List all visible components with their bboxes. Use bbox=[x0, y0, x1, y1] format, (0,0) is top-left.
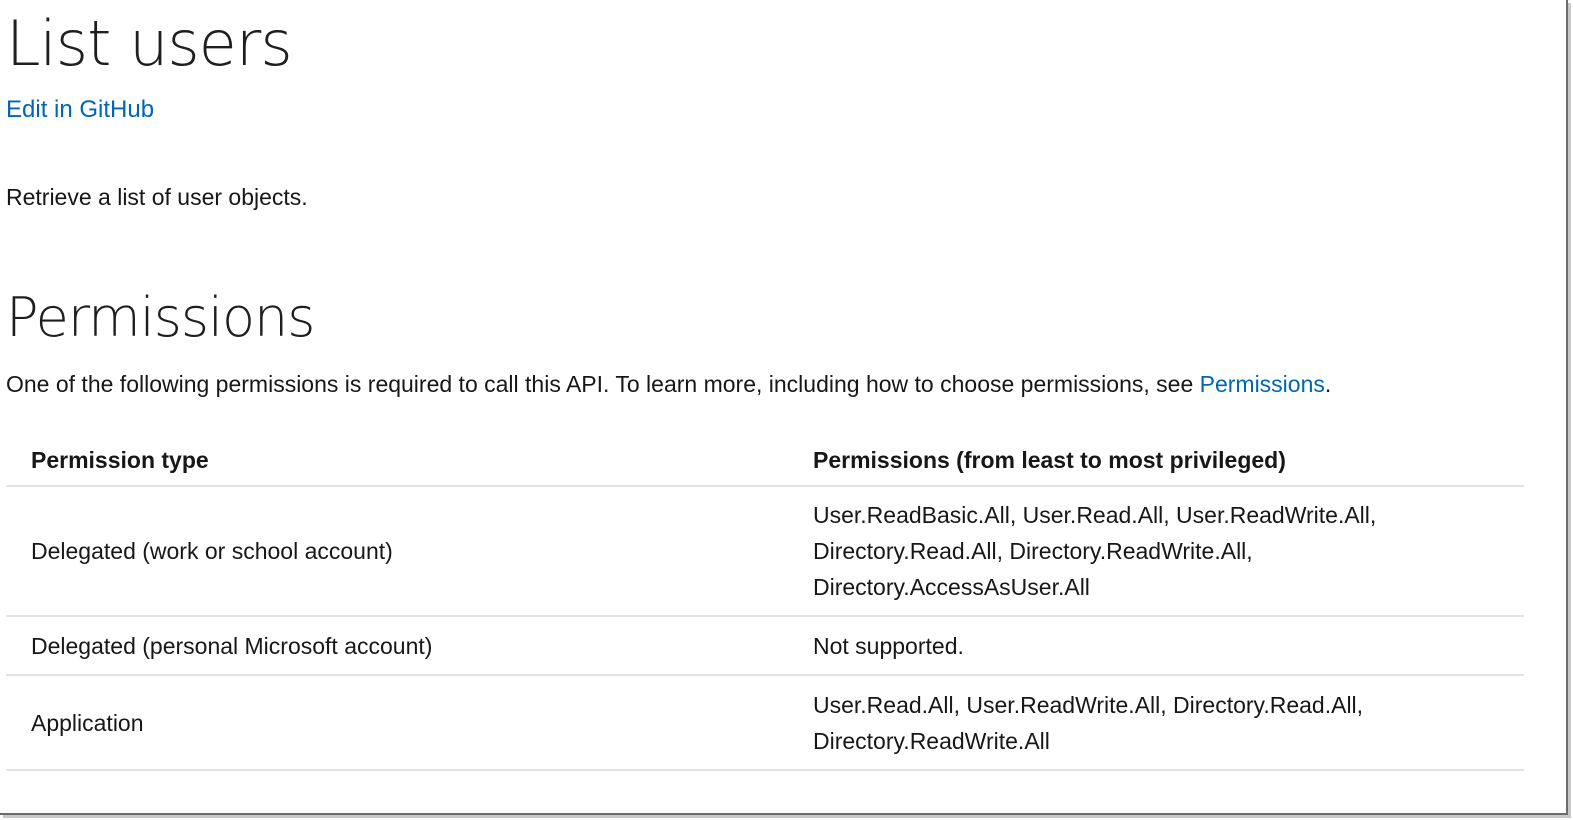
permissions-intro-end: . bbox=[1324, 371, 1332, 397]
column-header-permissions: Permissions (from least to most privileg… bbox=[788, 434, 1524, 487]
permissions-heading: Permissions bbox=[6, 286, 315, 349]
permission-type-cell: Delegated (work or school account) bbox=[6, 486, 788, 617]
table-row: Delegated (personal Microsoft account) N… bbox=[6, 616, 1524, 676]
permissions-line: User.ReadBasic.All, User.Read.All, User.… bbox=[813, 502, 1377, 528]
permission-type-cell: Application bbox=[6, 675, 788, 771]
permissions-line: Not supported. bbox=[813, 632, 964, 659]
table-row: Delegated (work or school account) User.… bbox=[6, 486, 1524, 617]
screenshot-frame: List users Edit in GitHub Retrieve a lis… bbox=[0, 0, 1568, 815]
table-header-row: Permission type Permissions (from least … bbox=[6, 434, 1524, 487]
edit-in-github-link[interactable]: Edit in GitHub bbox=[6, 95, 154, 125]
page-title: List users bbox=[6, 7, 293, 80]
permissions-cell: User.Read.All, User.ReadWrite.All, Direc… bbox=[788, 675, 1524, 771]
permissions-line: Directory.AccessAsUser.All bbox=[813, 574, 1090, 600]
permissions-cell: User.ReadBasic.All, User.Read.All, User.… bbox=[788, 486, 1524, 617]
permissions-line: Directory.Read.All, Directory.ReadWrite.… bbox=[813, 538, 1253, 564]
permission-type-cell: Delegated (personal Microsoft account) bbox=[6, 616, 788, 676]
permissions-link[interactable]: Permissions bbox=[1200, 371, 1325, 397]
permissions-intro-text: One of the following permissions is requ… bbox=[6, 371, 1200, 397]
table-row: Application User.Read.All, User.ReadWrit… bbox=[6, 675, 1524, 771]
permissions-line: Directory.ReadWrite.All bbox=[813, 727, 1050, 754]
permissions-table: Permission type Permissions (from least … bbox=[6, 434, 1524, 771]
column-header-permission-type: Permission type bbox=[6, 434, 788, 487]
permissions-intro: One of the following permissions is requ… bbox=[6, 369, 1331, 399]
page-description: Retrieve a list of user objects. bbox=[6, 184, 308, 210]
permissions-cell: Not supported. bbox=[788, 616, 1524, 676]
permissions-line: User.Read.All, User.ReadWrite.All, Direc… bbox=[813, 691, 1364, 718]
